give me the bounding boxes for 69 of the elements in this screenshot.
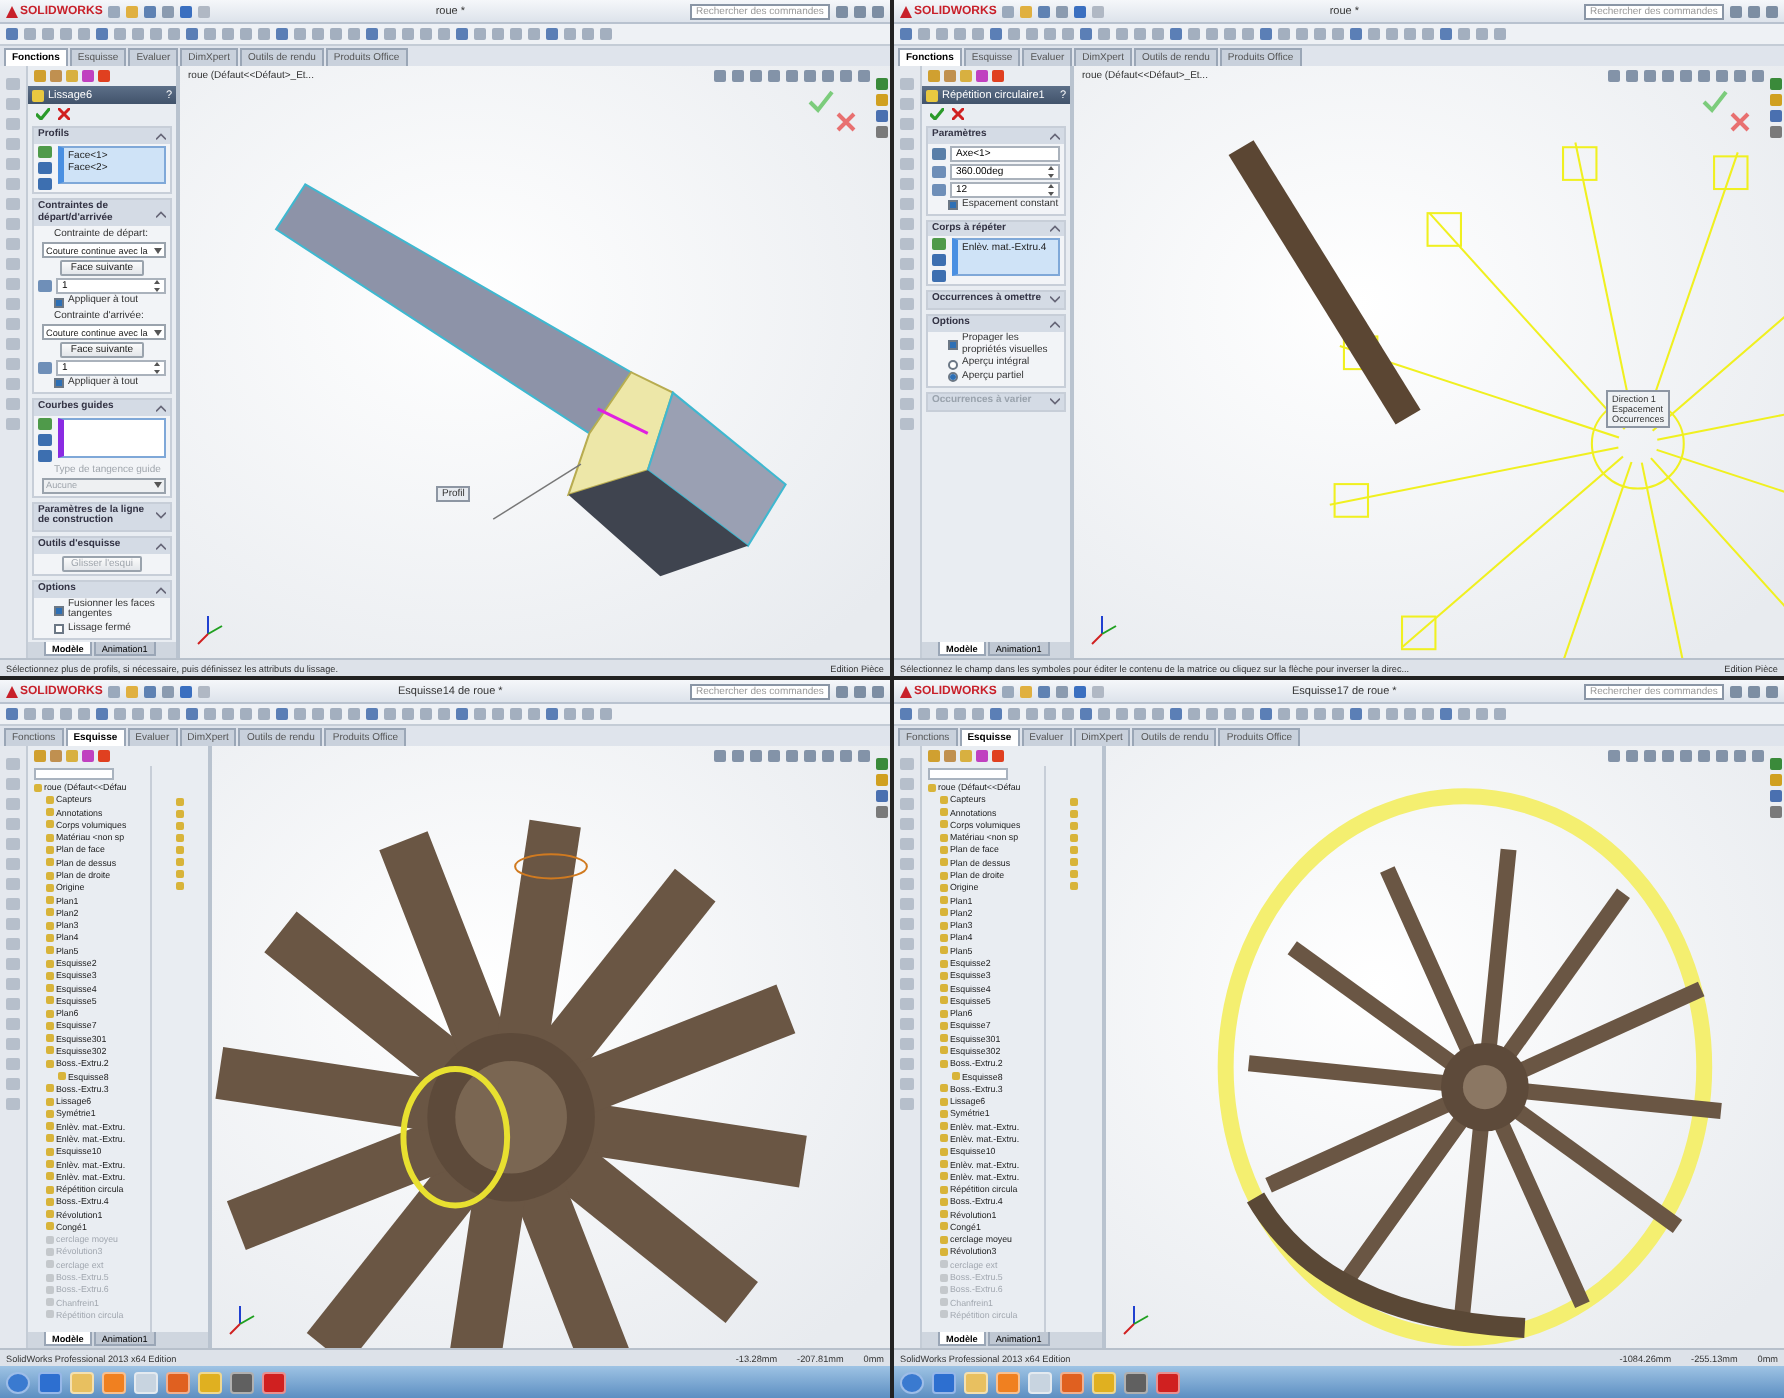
selection-list[interactable] (58, 417, 166, 457)
checkbox[interactable] (54, 297, 64, 308)
checkbox[interactable] (54, 624, 64, 635)
chevron-icon[interactable] (156, 512, 166, 521)
start-icon[interactable] (900, 1371, 924, 1393)
taskbar-app-icon[interactable] (38, 1371, 62, 1393)
check-icon[interactable] (930, 108, 944, 120)
caret-icon (154, 329, 162, 335)
axis-triad-icon (192, 614, 224, 646)
logo-icon (900, 5, 912, 17)
taskbar-app-icon[interactable] (1028, 1371, 1052, 1393)
checkbox[interactable] (948, 200, 958, 211)
taskbar-app-icon[interactable] (1124, 1371, 1148, 1393)
radio-button[interactable] (948, 359, 958, 370)
taskbar-app-icon[interactable] (1060, 1371, 1084, 1393)
selection-icon (38, 417, 52, 429)
axis-triad-icon (1118, 1304, 1150, 1336)
graphics-area[interactable] (212, 746, 890, 1348)
chevron-icon[interactable] (1050, 296, 1060, 305)
spinner-icon[interactable] (154, 362, 160, 374)
taskbar-app-icon[interactable] (102, 1371, 126, 1393)
chevron-icon[interactable] (156, 403, 166, 412)
checkbox[interactable] (54, 378, 64, 389)
radio-button[interactable] (948, 372, 958, 383)
filter-field[interactable] (34, 768, 114, 780)
axis-triad-icon (1086, 614, 1118, 646)
graphics-area[interactable] (1106, 746, 1784, 1348)
parameter-icon (38, 280, 52, 293)
taskbar-app-icon[interactable] (166, 1371, 190, 1393)
chevron-icon[interactable] (156, 541, 166, 550)
spinner-icon[interactable] (1048, 183, 1054, 196)
logo-icon (900, 685, 912, 697)
filter-field[interactable] (928, 768, 1008, 780)
taskbar-app-icon[interactable] (70, 1371, 94, 1393)
taskbar-app-icon[interactable] (1092, 1371, 1116, 1393)
parameter-icon (38, 362, 52, 374)
part-icon (928, 783, 936, 792)
taskbar-app-icon[interactable] (134, 1371, 158, 1393)
taskbar-app-icon[interactable] (1156, 1371, 1180, 1393)
check-icon[interactable] (36, 108, 50, 120)
feature-icon (32, 89, 44, 101)
logo-icon (6, 5, 18, 17)
checkbox[interactable] (54, 605, 64, 616)
taskbar-app-icon[interactable] (262, 1371, 286, 1393)
chevron-icon[interactable] (1050, 224, 1060, 233)
taskbar-app-icon[interactable] (996, 1371, 1020, 1393)
caret-icon (154, 482, 162, 488)
selection-icon (38, 145, 52, 158)
taskbar-app-icon[interactable] (198, 1371, 222, 1393)
taskbar-app-icon[interactable] (932, 1371, 956, 1393)
axis-icon (932, 147, 946, 160)
taskbar-app-icon[interactable] (230, 1371, 254, 1393)
chevron-icon[interactable] (1050, 319, 1060, 328)
spinner-icon[interactable] (154, 280, 160, 293)
chevron-icon[interactable] (1050, 131, 1060, 140)
caret-icon (154, 247, 162, 254)
checkbox[interactable] (948, 340, 958, 350)
selection-icon (932, 238, 946, 251)
part-icon (34, 783, 42, 792)
logo-icon (6, 685, 18, 697)
taskbar-app-icon[interactable] (964, 1371, 988, 1393)
spinner-icon[interactable] (1048, 165, 1054, 178)
start-icon[interactable] (6, 1371, 30, 1393)
chevron-icon[interactable] (156, 209, 166, 217)
chevron-icon[interactable] (156, 585, 166, 594)
feature-icon (926, 89, 938, 101)
leader-line (492, 463, 582, 520)
chevron-icon[interactable] (156, 131, 166, 140)
axis-triad-icon (224, 1304, 256, 1336)
